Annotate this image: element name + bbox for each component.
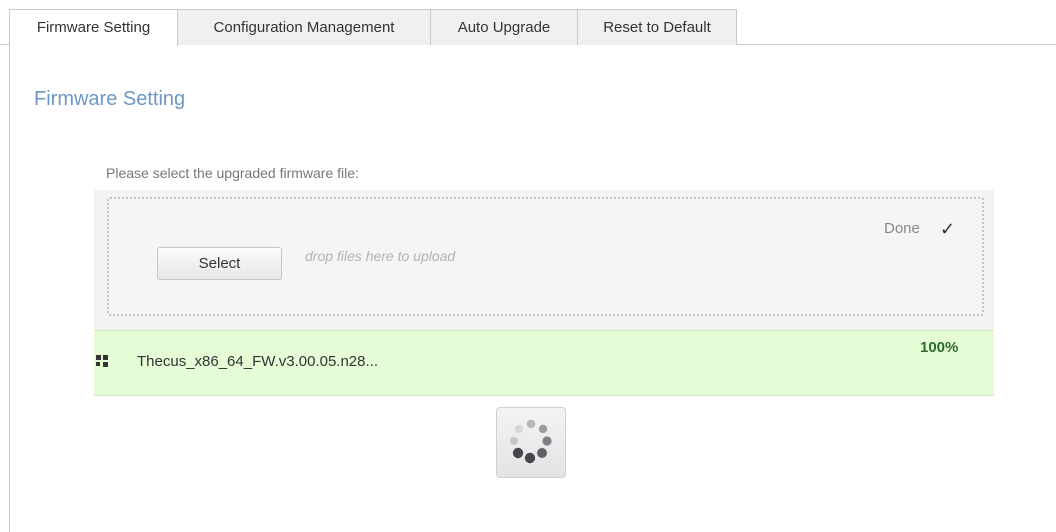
grip-icon[interactable]: [96, 355, 110, 369]
page-title: Firmware Setting: [34, 88, 186, 110]
file-name: Thecus_x86_64_FW.v3.00.05.n28...: [137, 353, 378, 370]
progress-percent: 100%: [920, 339, 959, 356]
status-label: Done: [884, 220, 920, 237]
drop-hint: drop files here to upload: [305, 248, 456, 264]
tab-auto-upgrade[interactable]: Auto Upgrade: [430, 9, 578, 45]
loading-indicator: [496, 407, 566, 478]
check-icon: ✓: [940, 219, 956, 239]
tab-reset-to-default[interactable]: Reset to Default: [577, 9, 737, 45]
instruction-label: Please select the upgraded firmware file…: [106, 165, 359, 181]
tab-bar: Firmware Setting Configuration Managemen…: [0, 0, 1056, 46]
select-button[interactable]: Select: [157, 247, 282, 280]
tab-configuration-management[interactable]: Configuration Management: [177, 9, 431, 45]
tab-firmware-setting[interactable]: Firmware Setting: [9, 9, 178, 46]
spinner-icon: [510, 419, 552, 464]
